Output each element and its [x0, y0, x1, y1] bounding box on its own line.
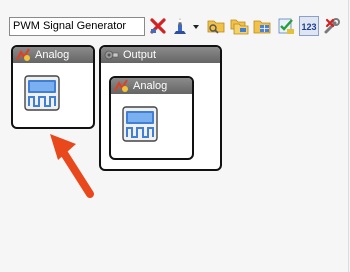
red-arrow-annotation: [44, 126, 104, 206]
toolbar: PWM Signal Generator 123: [0, 0, 348, 44]
analog-module-icon[interactable]: [122, 106, 158, 142]
folder-grid-icon[interactable]: [252, 16, 272, 36]
name-input[interactable]: PWM Signal Generator: [9, 17, 145, 36]
analog-header-icon: [114, 79, 129, 93]
window-right-edge: [348, 0, 349, 272]
analog-module-icon[interactable]: [24, 75, 60, 111]
delete-icon[interactable]: [148, 16, 168, 36]
check-list-icon[interactable]: [276, 16, 296, 36]
output-panel[interactable]: Output Analog: [99, 45, 222, 171]
probe-tool-icon[interactable]: [170, 16, 190, 36]
output-header-icon: [104, 48, 119, 62]
output-analog-panel[interactable]: Analog: [109, 76, 194, 160]
output-analog-panel-header[interactable]: Analog: [111, 78, 192, 94]
folder-copy-icon[interactable]: [229, 16, 249, 36]
analog-panel[interactable]: Analog: [11, 45, 95, 129]
output-analog-panel-title: Analog: [133, 80, 168, 92]
output-panel-title: Output: [123, 49, 157, 61]
analog-header-icon: [16, 48, 31, 62]
analog-panel-header[interactable]: Analog: [13, 47, 93, 63]
output-panel-header[interactable]: Output: [101, 47, 220, 63]
dropdown-chevron-icon[interactable]: [192, 22, 200, 30]
folder-open-icon[interactable]: [206, 16, 226, 36]
analog-panel-title: Analog: [35, 49, 70, 61]
wrench-x-icon[interactable]: [322, 16, 342, 36]
svg-text:123: 123: [301, 22, 316, 32]
numbers-icon[interactable]: 123: [299, 16, 319, 36]
